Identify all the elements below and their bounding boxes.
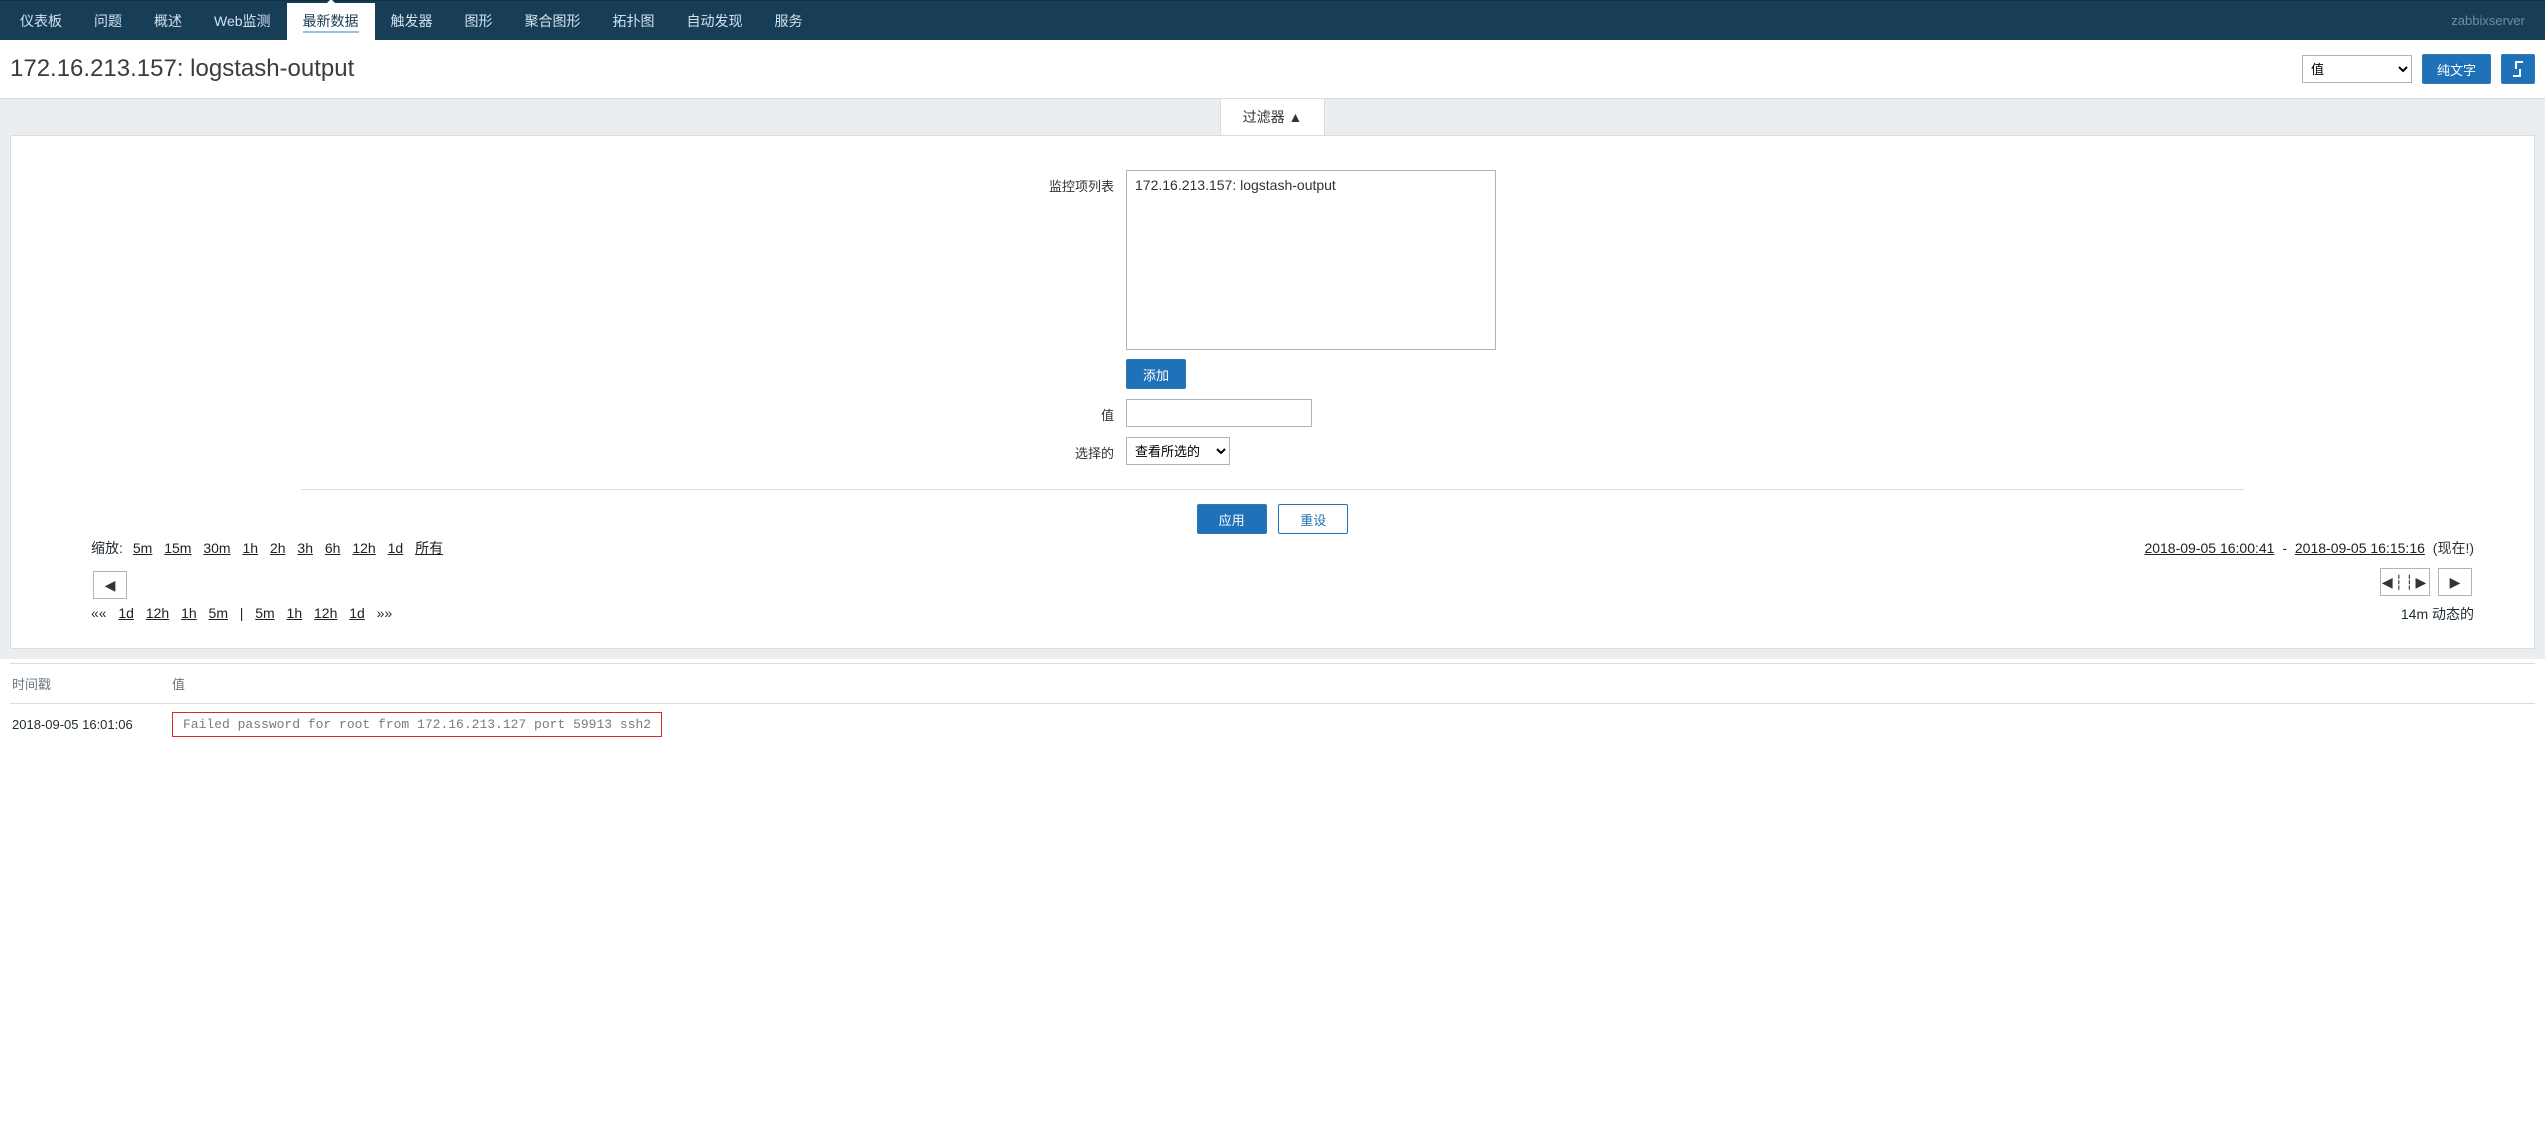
server-name: zabbixserver xyxy=(2451,1,2545,40)
rewind-left-1d[interactable]: 1d xyxy=(118,605,134,621)
triangle-left-icon: ◀ xyxy=(105,577,116,594)
zoom-15m[interactable]: 15m xyxy=(164,540,191,556)
range-to[interactable]: 2018-09-05 16:15:16 xyxy=(2295,540,2425,556)
reset-button[interactable]: 重设 xyxy=(1278,504,1348,534)
timeline-prev-button[interactable]: ◀ xyxy=(93,571,127,599)
zoom-options: 5m 15m 30m 1h 2h 3h 6h 12h 1d 所有 xyxy=(129,538,447,558)
mode-select[interactable]: 值 xyxy=(2302,55,2412,83)
filter-toggle-tab[interactable]: 过滤器 ▲ xyxy=(1220,99,1326,135)
rewind-left-5m[interactable]: 5m xyxy=(209,605,228,621)
col-timestamp[interactable]: 时间戳 xyxy=(10,664,170,704)
rewind-right-12h[interactable]: 12h xyxy=(314,605,337,621)
filter-panel: 监控项列表 172.16.213.157: logstash-output 添加… xyxy=(10,135,2535,649)
rewind-right-1d[interactable]: 1d xyxy=(349,605,365,621)
nav-graph[interactable]: 图形 xyxy=(449,1,509,40)
dots-scroll-icon: ◀┆┆▶ xyxy=(2382,574,2428,591)
data-zone: 时间戳 值 2018-09-05 16:01:06 Failed passwor… xyxy=(0,659,2545,755)
top-nav: 仪表板 问题 概述 Web监测 最新数据 触发器 图形 聚合图形 拓扑图 自动发… xyxy=(0,0,2545,40)
zoom-6h[interactable]: 6h xyxy=(325,540,341,556)
apply-button[interactable]: 应用 xyxy=(1197,504,1267,534)
zoom-12h[interactable]: 12h xyxy=(352,540,375,556)
itemlist-label: 监控项列表 xyxy=(1043,170,1120,389)
timeline-next-button[interactable]: ▶ xyxy=(2438,568,2472,596)
rewind-left-12h[interactable]: 12h xyxy=(146,605,169,621)
nav-triggers[interactable]: 触发器 xyxy=(375,1,449,40)
table-row: 2018-09-05 16:01:06 Failed password for … xyxy=(10,704,2535,746)
cell-timestamp: 2018-09-05 16:01:06 xyxy=(10,704,170,746)
nav-dashboard[interactable]: 仪表板 xyxy=(4,1,78,40)
selected-select[interactable]: 查看所选的 xyxy=(1126,437,1230,465)
zoom-2h[interactable]: 2h xyxy=(270,540,286,556)
nav-maps[interactable]: 拓扑图 xyxy=(597,1,671,40)
plain-text-button[interactable]: 纯文字 xyxy=(2422,54,2491,84)
nav-services[interactable]: 服务 xyxy=(759,1,819,40)
range-from[interactable]: 2018-09-05 16:00:41 xyxy=(2144,540,2274,556)
filter-area: 过滤器 ▲ 监控项列表 172.16.213.157: logstash-out… xyxy=(0,99,2545,659)
zoom-1d[interactable]: 1d xyxy=(388,540,404,556)
page-title: 172.16.213.157: logstash-output xyxy=(10,55,2302,83)
nav-screens[interactable]: 聚合图形 xyxy=(509,1,597,40)
timeline-scroll-button[interactable]: ◀┆┆▶ xyxy=(2380,568,2430,596)
range-sep: - xyxy=(2282,540,2291,556)
value-input[interactable] xyxy=(1126,399,1312,427)
zoom-label: 缩放: xyxy=(91,538,123,558)
rewind-right-1h[interactable]: 1h xyxy=(287,605,303,621)
itemlist-input[interactable]: 172.16.213.157: logstash-output xyxy=(1126,170,1496,350)
selected-label: 选择的 xyxy=(1043,437,1120,465)
zoom-5m[interactable]: 5m xyxy=(133,540,152,556)
now-note: (现在!) xyxy=(2433,540,2474,556)
zoom-1h[interactable]: 1h xyxy=(242,540,258,556)
cell-value: Failed password for root from 172.16.213… xyxy=(170,704,2535,746)
triangle-right-icon: ▶ xyxy=(2450,574,2461,591)
rewind-separator: | xyxy=(236,605,247,621)
nav-discovery[interactable]: 自动发现 xyxy=(671,1,759,40)
dynamic-label: 14m 动态的 xyxy=(2378,604,2474,624)
fullscreen-icon xyxy=(2516,62,2520,76)
fullscreen-button[interactable] xyxy=(2501,54,2535,84)
nav-problems[interactable]: 问题 xyxy=(78,1,138,40)
nav-overview[interactable]: 概述 xyxy=(138,1,198,40)
rewind-left-1h[interactable]: 1h xyxy=(181,605,197,621)
rewind-right-5m[interactable]: 5m xyxy=(255,605,274,621)
rewind-right-suffix: »» xyxy=(373,605,392,621)
nav-webmonitor[interactable]: Web监测 xyxy=(198,1,287,40)
nav-latestdata[interactable]: 最新数据 xyxy=(287,1,375,40)
history-table: 时间戳 值 2018-09-05 16:01:06 Failed passwor… xyxy=(10,663,2535,745)
title-bar: 172.16.213.157: logstash-output 值 纯文字 xyxy=(0,40,2545,99)
value-label: 值 xyxy=(1043,399,1120,427)
col-value[interactable]: 值 xyxy=(170,664,2535,704)
log-value: Failed password for root from 172.16.213… xyxy=(172,712,662,737)
add-button[interactable]: 添加 xyxy=(1126,359,1186,389)
rewind-left-prefix: «« xyxy=(91,605,110,621)
zoom-all[interactable]: 所有 xyxy=(415,540,443,556)
zoom-3h[interactable]: 3h xyxy=(297,540,313,556)
zoom-30m[interactable]: 30m xyxy=(203,540,230,556)
